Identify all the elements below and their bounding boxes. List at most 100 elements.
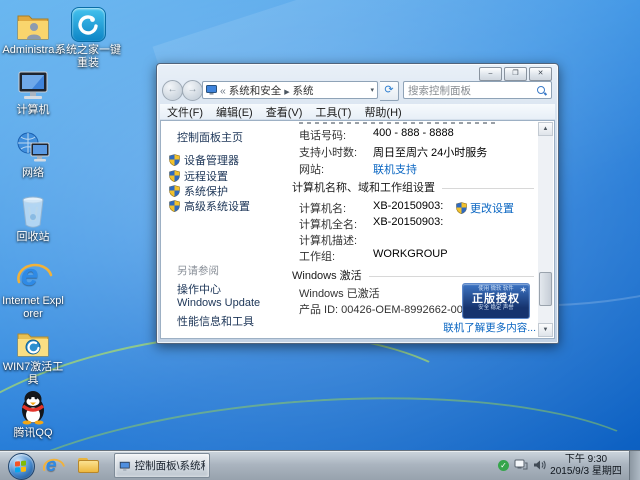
activation-status: Windows 已激活 — [299, 288, 380, 300]
desktop-icon-win7-activator[interactable]: WIN7激活工具 — [0, 323, 66, 387]
qq-penguin-icon — [0, 389, 66, 425]
computer-name-section-header: 计算机名称、域和工作组设置 — [292, 179, 534, 195]
desktop-icon-label: Internet Explorer — [2, 295, 64, 320]
sidebar-item-label: 系统保护 — [184, 186, 228, 198]
scroll-up-button[interactable]: ▲ — [538, 122, 553, 136]
menu-bar: 文件(F) 编辑(E) 查看(V) 工具(T) 帮助(H) — [160, 104, 555, 120]
desktop-icon-label: 腾讯QQ — [13, 427, 53, 439]
breadcrumb[interactable]: « 系统和安全 ▶ 系统 — [220, 83, 367, 98]
change-settings-link[interactable]: 更改设置 — [470, 200, 514, 216]
refresh-button[interactable]: ⟳ — [380, 81, 399, 101]
badge-top-line: 使用 微软 软件 — [478, 286, 514, 292]
menu-help[interactable]: 帮助(H) — [364, 104, 401, 120]
system-reinstall-app-icon — [53, 6, 123, 42]
forward-button[interactable]: → — [182, 80, 203, 101]
computer-row-full-name: 计算机全名: XB-20150903: — [284, 216, 534, 231]
sidebar-item-action-center[interactable]: 操作中心 — [177, 281, 221, 297]
genuine-windows-badge[interactable]: ✶ 使用 微软 软件 正版授权 安全 稳定 声誉 — [462, 283, 530, 319]
start-button[interactable] — [8, 453, 35, 480]
row-value: 周日至周六 24小时服务 — [373, 147, 488, 159]
sidebar-item-label: 设备管理器 — [184, 155, 239, 167]
row-label: 工作组: — [299, 251, 336, 263]
computer-icon — [0, 66, 66, 102]
uac-shield-icon — [456, 202, 467, 214]
folder-icon — [78, 458, 100, 474]
sidebar-item-system-protection[interactable]: 系统保护 — [169, 183, 228, 199]
see-also-header: 另请参阅 — [177, 265, 219, 277]
show-desktop-button[interactable] — [629, 451, 640, 480]
desktop-icon-system-reinstall[interactable]: 系统之家一键重装 — [53, 6, 123, 70]
address-dropdown-caret-icon[interactable]: ▾ — [370, 86, 374, 94]
row-label: 计算机全名: — [299, 219, 358, 231]
taskbar-internet-explorer-icon[interactable]: e — [42, 455, 65, 477]
sidebar-item-remote-settings[interactable]: 远程设置 — [169, 168, 228, 184]
menu-file[interactable]: 文件(F) — [167, 104, 203, 120]
sidebar-item-windows-update[interactable]: Windows Update — [177, 297, 260, 309]
menu-tools[interactable]: 工具(T) — [315, 104, 351, 120]
desktop-icon-label: 网络 — [22, 167, 44, 179]
breadcrumb-security[interactable]: 系统和安全 — [229, 85, 282, 97]
address-bar[interactable]: « 系统和安全 ▶ 系统 ▾ — [202, 81, 378, 99]
sidebar: 控制面板主页 设备管理器 远程设置 系统保护 高级系统设置 另请参阅 操作中心 … — [161, 121, 284, 338]
desktop-icon-recycle-bin[interactable]: 回收站 — [0, 193, 66, 244]
badge-bottom-line: 安全 稳定 声誉 — [478, 305, 514, 311]
menu-edit[interactable]: 编辑(E) — [216, 104, 253, 120]
computer-row-name: 计算机名: XB-20150903: 更改设置 — [284, 200, 534, 216]
learn-more-online-link[interactable]: 联机了解更多内容... — [436, 320, 536, 335]
row-label: 电话号码: — [299, 130, 347, 142]
row-label: 计算机名: — [299, 203, 347, 215]
search-icon[interactable] — [536, 85, 547, 96]
row-label: 支持小时数: — [299, 147, 358, 159]
system-window: – ❐ ✕ ← → « 系统和安全 ▶ 系统 ▾ ⟳ 搜索控制面板 文件(F) — [156, 63, 559, 344]
menu-view[interactable]: 查看(V) — [266, 104, 303, 120]
internet-explorer-icon: e — [0, 257, 66, 293]
computer-row-description: 计算机描述: — [284, 232, 534, 247]
system-tray: ✓ — [498, 459, 546, 471]
sidebar-item-label: 远程设置 — [184, 171, 228, 183]
scrollbar[interactable]: ▲ ▼ — [538, 122, 553, 337]
window-body: 控制面板主页 设备管理器 远程设置 系统保护 高级系统设置 另请参阅 操作中心 … — [160, 120, 555, 339]
taskbar: e 控制面板\系统和... ✓ — [0, 450, 640, 480]
scroll-down-button[interactable]: ▼ — [538, 323, 553, 337]
uac-shield-icon — [169, 154, 180, 166]
sidebar-item-device-manager[interactable]: 设备管理器 — [169, 152, 239, 168]
volume-tray-icon[interactable] — [533, 459, 546, 471]
chevrons-icon: « — [220, 84, 226, 97]
sidebar-item-performance-tools[interactable]: 性能信息和工具 — [177, 313, 254, 329]
sidebar-item-advanced-system-settings[interactable]: 高级系统设置 — [169, 198, 250, 214]
breadcrumb-arrow-icon: ▶ — [284, 88, 290, 96]
desktop-icon-label: 回收站 — [16, 231, 50, 243]
row-value: XB-20150903: — [373, 200, 444, 212]
desktop-icon-network[interactable]: 网络 — [0, 129, 66, 180]
navigation-bar: ← → « 系统和安全 ▶ 系统 ▾ ⟳ 搜索控制面板 — [157, 79, 558, 103]
change-settings[interactable]: 更改设置 — [456, 200, 514, 216]
system-window-icon — [119, 460, 131, 471]
desktop-icon-qq[interactable]: 腾讯QQ — [0, 389, 66, 440]
row-value: WORKGROUP — [373, 248, 448, 260]
section-divider — [442, 188, 534, 189]
row-value: XB-20150903: — [373, 216, 444, 228]
taskbar-clock[interactable]: 下午 9:30 2015/9/3 星期四 — [548, 454, 624, 478]
network-tray-icon[interactable] — [514, 459, 528, 471]
activation-section-header: Windows 激活 — [292, 267, 534, 283]
task-button-label: 控制面板\系统和... — [134, 460, 205, 472]
row-label: 计算机描述: — [299, 235, 358, 247]
clock-date: 2015/9/3 星期四 — [550, 466, 622, 477]
scrollbar-thumb[interactable] — [539, 272, 552, 306]
breadcrumb-system[interactable]: 系统 — [293, 85, 314, 97]
desktop-icon-label: 计算机 — [16, 104, 50, 116]
row-label: 网站: — [299, 164, 325, 176]
main-content: 电话号码: 400 - 888 - 8888 支持小时数: 周日至周六 24小时… — [284, 121, 538, 338]
back-button[interactable]: ← — [162, 80, 183, 101]
desktop-icon-internet-explorer[interactable]: e Internet Explorer — [0, 257, 66, 321]
online-support-link[interactable]: 联机支持 — [373, 161, 417, 177]
antivirus-tray-icon[interactable]: ✓ — [498, 459, 509, 471]
sidebar-item-control-panel-home[interactable]: 控制面板主页 — [177, 129, 243, 145]
uac-shield-icon — [169, 185, 180, 197]
search-box[interactable]: 搜索控制面板 — [403, 81, 552, 99]
taskbar-task-control-panel[interactable]: 控制面板\系统和... — [114, 453, 210, 478]
clipped-scrolled-row — [299, 122, 499, 124]
desktop-icon-computer[interactable]: 计算机 — [0, 66, 66, 117]
taskbar-explorer-icon[interactable] — [78, 455, 100, 477]
support-row-hours: 支持小时数: 周日至周六 24小时服务 — [284, 144, 534, 159]
